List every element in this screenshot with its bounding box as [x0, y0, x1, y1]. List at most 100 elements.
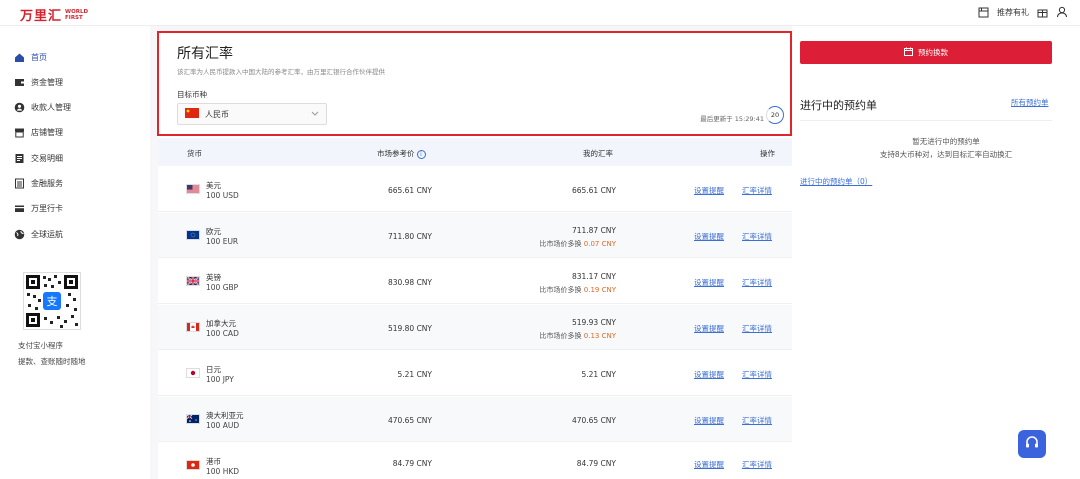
my-rate: 831.17 CNY	[571, 272, 616, 281]
currency-name: 港币	[206, 457, 221, 466]
jp-flag-icon	[186, 368, 200, 378]
list-icon	[14, 153, 25, 164]
sidebar-item-funds[interactable]: 资金管理	[14, 75, 63, 89]
sidebar-item-transactions[interactable]: 交易明细	[14, 151, 63, 165]
rate-detail-link[interactable]: 汇率详情	[742, 277, 772, 288]
table-row: 日元 100 JPY 5.21 CNY 5.21 CNY 设置提醒 汇率详情	[158, 351, 792, 396]
market-rate: 830.98 CNY	[387, 278, 432, 287]
brand-logo[interactable]: 万里汇 WORLD FIRST	[20, 5, 88, 25]
referral-icon	[978, 7, 989, 18]
market-rate: 470.65 CNY	[387, 416, 432, 425]
gift-icon[interactable]	[1037, 7, 1048, 18]
sidebar-item-label: 金融服务	[31, 178, 63, 188]
my-rate: 470.65 CNY	[571, 416, 616, 425]
table-row: 加拿大元 100 CAD 519.80 CNY 519.93 CNY 比市场价多…	[158, 305, 792, 350]
customer-service-button[interactable]	[1018, 430, 1046, 458]
rate-detail-link[interactable]: 汇率详情	[742, 369, 772, 380]
sidebar-item-payees[interactable]: 收款人管理	[14, 100, 71, 114]
us-flag-icon	[186, 184, 200, 194]
wallet-icon	[14, 77, 25, 88]
col-market-rate: 市场参考价 i	[377, 148, 426, 159]
sidebar-item-label: 首页	[31, 52, 47, 62]
empty-state-title: 暂无进行中的预约单	[912, 137, 980, 146]
divider	[800, 120, 1052, 121]
sidebar-item-home[interactable]: 首页	[14, 50, 47, 64]
rate-detail-link[interactable]: 汇率详情	[742, 185, 772, 196]
currency-amount: 100 HKD	[206, 467, 240, 476]
page-title: 所有汇率	[177, 46, 233, 62]
referral-link[interactable]: 推荐有礼	[997, 7, 1029, 18]
table-row: 英镑 100 GBP 830.98 CNY 831.17 CNY 比市场价多换 …	[158, 259, 792, 304]
sidebar-item-card[interactable]: 万里行卡	[14, 201, 63, 215]
sidebar-item-stores[interactable]: 店铺管理	[14, 125, 63, 139]
table-row: 美元 100 USD 665.61 CNY 665.61 CNY 设置提醒 汇率…	[158, 167, 792, 212]
set-alert-link[interactable]: 设置提醒	[694, 277, 724, 288]
pending-orders-title: 进行中的预约单	[800, 99, 877, 112]
svg-text:支: 支	[47, 295, 58, 308]
finance-icon	[14, 178, 25, 189]
currency-amount: 100 USD	[206, 191, 239, 200]
col-action: 操作	[760, 149, 775, 158]
currency-name: 欧元	[206, 227, 221, 236]
rate-detail-link[interactable]: 汇率详情	[742, 231, 772, 242]
sidebar-item-label: 交易明细	[31, 153, 63, 163]
rate-diff: 比市场价多换 0.13 CNY	[540, 331, 616, 341]
refresh-countdown: 20	[766, 106, 784, 124]
target-currency-select[interactable]: 人民币	[177, 103, 327, 125]
calendar-icon	[904, 47, 913, 58]
chevron-down-icon	[311, 109, 319, 119]
book-exchange-button[interactable]: 预约换款	[800, 41, 1052, 64]
currency-amount: 100 AUD	[206, 421, 240, 430]
sidebar-item-label: 全球运航	[31, 229, 63, 239]
rate-diff: 比市场价多换 0.07 CNY	[540, 239, 616, 249]
market-rate: 519.80 CNY	[387, 324, 432, 333]
set-alert-link[interactable]: 设置提醒	[694, 185, 724, 196]
sidebar: 首页 资金管理 收款人管理 店铺管理 交易明细 金融服务 万里行卡 全球运航 支…	[0, 26, 150, 479]
market-rate: 5.21 CNY	[397, 370, 432, 379]
brand-en: WORLD FIRST	[65, 9, 88, 21]
brand-name: 万里汇	[20, 9, 63, 24]
market-rate: 84.79 CNY	[392, 459, 432, 468]
globe-icon	[14, 229, 25, 240]
empty-state-desc: 支持8大币种对，达到目标汇率自动换汇	[879, 150, 1013, 159]
pending-orders-link[interactable]: 进行中的预约单（0）	[800, 176, 872, 187]
rate-detail-link[interactable]: 汇率详情	[742, 415, 772, 426]
currency-amount: 100 EUR	[206, 237, 239, 246]
my-rate: 665.61 CNY	[571, 186, 616, 195]
sidebar-item-global[interactable]: 全球运航	[14, 227, 63, 241]
rate-diff-value: 0.19 CNY	[583, 286, 616, 294]
right-panel: 预约换款 进行中的预约单 所有预约单 暂无进行中的预约单 支持8大币种对，达到目…	[792, 26, 1080, 479]
all-orders-link[interactable]: 所有预约单	[1011, 97, 1049, 108]
sidebar-item-label: 店铺管理	[31, 127, 63, 137]
rate-detail-link[interactable]: 汇率详情	[742, 459, 772, 470]
eu-flag-icon	[186, 230, 200, 240]
rate-diff-value: 0.13 CNY	[583, 332, 616, 340]
user-account-icon[interactable]	[1056, 6, 1068, 18]
set-alert-link[interactable]: 设置提醒	[694, 459, 724, 470]
info-icon[interactable]: i	[416, 149, 426, 159]
target-currency-label: 目标币种	[177, 90, 207, 99]
col-currency: 货币	[187, 149, 202, 158]
currency-name: 日元	[206, 365, 221, 374]
user-icon	[14, 102, 25, 113]
au-flag-icon	[186, 414, 200, 424]
sidebar-item-label: 资金管理	[31, 77, 63, 87]
col-market-label: 市场参考价	[377, 149, 415, 158]
set-alert-link[interactable]: 设置提醒	[694, 323, 724, 334]
set-alert-link[interactable]: 设置提醒	[694, 231, 724, 242]
page-subtitle: 该汇率为人民币提款入中国大陆的参考汇率，由万里汇银行合作伙伴提供	[177, 68, 385, 76]
set-alert-link[interactable]: 设置提醒	[694, 369, 724, 380]
market-rate: 711.80 CNY	[387, 232, 432, 241]
sidebar-item-label: 万里行卡	[31, 203, 63, 213]
sidebar-item-finance[interactable]: 金融服务	[14, 176, 63, 190]
currency-amount: 100 CAD	[206, 329, 239, 338]
target-currency-value: 人民币	[205, 109, 229, 119]
brand-en-line2: FIRST	[65, 14, 83, 21]
ca-flag-icon	[186, 322, 200, 332]
table-row: 欧元 100 EUR 711.80 CNY 711.87 CNY 比市场价多换 …	[158, 213, 792, 258]
sidebar-item-label: 收款人管理	[31, 102, 71, 112]
rate-diff: 比市场价多换 0.19 CNY	[540, 285, 616, 295]
set-alert-link[interactable]: 设置提醒	[694, 415, 724, 426]
home-icon	[14, 52, 25, 63]
rate-detail-link[interactable]: 汇率详情	[742, 323, 772, 334]
